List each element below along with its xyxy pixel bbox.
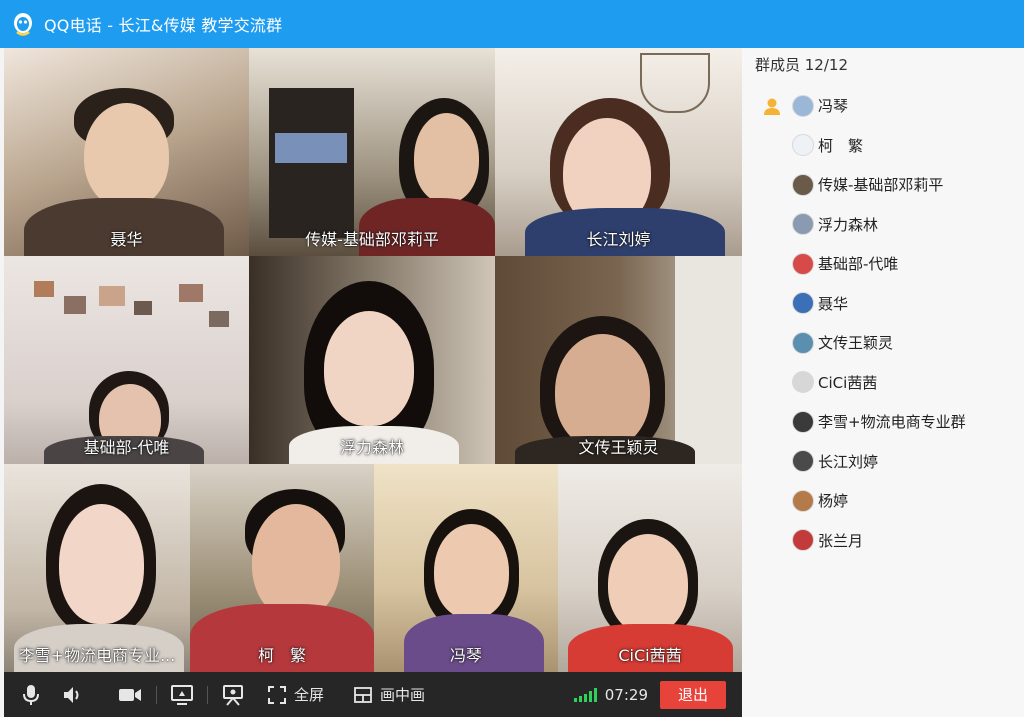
avatar: [792, 489, 814, 512]
member-list-item[interactable]: 冯琴: [742, 86, 1024, 126]
screen-share-button[interactable]: [171, 672, 193, 717]
member-list: 冯琴柯 繁传媒-基础部邓莉平 浮力森林基础部-代唯 聂华文传王颖灵 CiCi茜茜李雪+…: [742, 86, 1024, 560]
call-duration: 07:29: [604, 685, 648, 704]
member-name: 长江刘婷: [818, 452, 879, 471]
fullscreen-icon: [268, 685, 286, 704]
participant-name: 浮力森林: [339, 438, 404, 457]
member-list-item[interactable]: 柯 繁: [742, 126, 1024, 166]
member-name: 张兰月: [818, 531, 864, 550]
fullscreen-label: 全屏: [294, 686, 325, 704]
speaker-button[interactable]: [62, 672, 84, 717]
microphone-icon: [22, 684, 40, 706]
video-tile[interactable]: 冯琴: [374, 464, 558, 672]
member-name: 柯 繁: [818, 136, 864, 155]
avatar: [792, 529, 814, 552]
avatar: [792, 371, 814, 394]
video-tile[interactable]: 长江刘婷: [495, 48, 742, 256]
member-list-item[interactable]: 聂华: [742, 284, 1024, 324]
video-tile[interactable]: 聂华: [4, 48, 249, 256]
member-list-item[interactable]: 张兰月: [742, 521, 1024, 561]
member-list-item[interactable]: 浮力森林: [742, 205, 1024, 245]
video-tile[interactable]: 柯 繁: [190, 464, 374, 672]
separator: [207, 685, 208, 704]
fullscreen-button[interactable]: 全屏: [268, 672, 324, 717]
avatar: [792, 173, 814, 196]
member-list-item[interactable]: 传媒-基础部邓莉平: [742, 165, 1024, 205]
members-panel: 群成员 12/12 冯琴柯 繁传媒-基础部邓莉平 浮力森林基础部-代唯 聂华文传王颖…: [742, 48, 1024, 717]
picture-in-picture-label: 画中画: [380, 686, 426, 704]
avatar: [792, 331, 814, 354]
member-name: 聂华: [818, 294, 849, 313]
separator: [156, 685, 157, 704]
camera-button[interactable]: [118, 672, 142, 717]
member-list-item[interactable]: 李雪+物流电商专业群: [742, 402, 1024, 442]
member-name: 文传王颖灵: [818, 334, 894, 353]
microphone-button[interactable]: [22, 672, 40, 717]
members-header: 群成员 12/12: [755, 56, 848, 74]
avatar: [792, 134, 814, 157]
participant-name: 基础部-代唯: [83, 438, 170, 457]
participant-name: 传媒-基础部邓莉平: [305, 230, 439, 249]
video-tile[interactable]: 基础部-代唯: [4, 256, 249, 464]
avatar: [792, 410, 814, 433]
member-name: 基础部-代唯: [818, 255, 899, 274]
member-list-item[interactable]: CiCi茜茜: [742, 363, 1024, 403]
picture-in-picture-icon: [354, 686, 372, 703]
presenter-icon: [222, 684, 244, 706]
participant-name: 冯琴: [449, 646, 482, 665]
speaker-icon: [62, 685, 84, 705]
participant-name: 聂华: [110, 230, 143, 249]
member-name: 李雪+物流电商专业群: [818, 413, 966, 432]
member-list-item[interactable]: 杨婷: [742, 481, 1024, 521]
avatar: [792, 450, 814, 473]
member-name: 传媒-基础部邓莉平: [818, 176, 944, 195]
video-tile[interactable]: CiCi茜茜: [558, 464, 742, 672]
member-list-item[interactable]: 文传王颖灵: [742, 323, 1024, 363]
video-grid: 聂华 传媒-基础部邓莉平 长江刘婷 基础部-代唯 浮力森林 文传王颖灵 李雪+物…: [4, 48, 742, 672]
host-user-icon: [762, 96, 782, 116]
window-title: QQ电话 - 长江&传媒 教学交流群: [44, 16, 283, 35]
video-tile[interactable]: 文传王颖灵: [495, 256, 742, 464]
presenter-button[interactable]: [222, 672, 244, 717]
video-tile[interactable]: 传媒-基础部邓莉平: [249, 48, 495, 256]
qq-logo-icon: [12, 12, 34, 36]
signal-strength-icon: [573, 687, 597, 702]
video-tile[interactable]: 浮力森林: [249, 256, 495, 464]
participant-name: CiCi茜茜: [618, 646, 682, 665]
avatar: [792, 292, 814, 315]
picture-in-picture-button[interactable]: 画中画: [354, 672, 425, 717]
participant-name: 柯 繁: [257, 646, 306, 665]
qq-call-window: QQ电话 - 长江&传媒 教学交流群 聂华 传媒-基础部邓莉平 长江刘婷 基础部…: [0, 0, 1024, 717]
member-list-item[interactable]: 基础部-代唯: [742, 244, 1024, 284]
participant-name: 长江刘婷: [586, 230, 651, 249]
member-name: 浮力森林: [818, 215, 879, 234]
screen-share-icon: [171, 684, 193, 705]
participant-name: 文传王颖灵: [578, 438, 659, 457]
avatar: [792, 94, 814, 117]
member-list-item[interactable]: 长江刘婷: [742, 442, 1024, 482]
avatar: [792, 213, 814, 236]
participant-name: 李雪+物流电商专业...: [18, 646, 176, 665]
avatar: [792, 252, 814, 275]
member-name: CiCi茜茜: [818, 373, 878, 392]
exit-call-button[interactable]: 退出: [660, 680, 726, 709]
member-name: 冯琴: [818, 97, 849, 116]
title-bar: QQ电话 - 长江&传媒 教学交流群: [0, 0, 1024, 48]
camera-icon: [118, 687, 142, 703]
control-bar: 全屏 画中画 07:29 退出: [4, 672, 742, 717]
video-tile[interactable]: 李雪+物流电商专业...: [4, 464, 190, 672]
member-name: 杨婷: [818, 492, 849, 511]
